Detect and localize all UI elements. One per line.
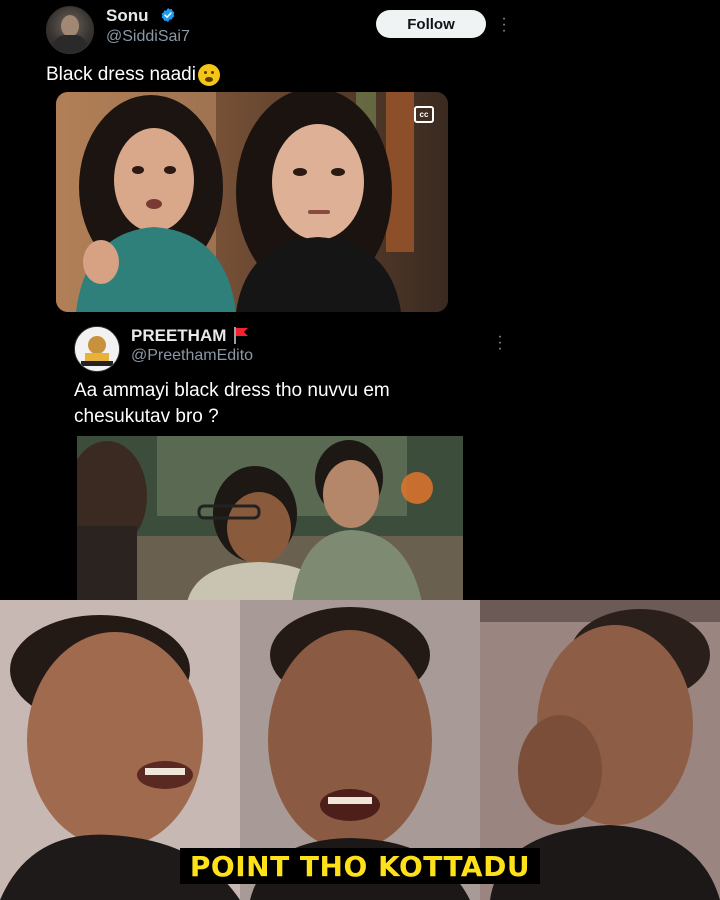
tweet-text: Black dress naadi bbox=[46, 64, 220, 86]
quoted-tweet-image[interactable] bbox=[77, 436, 463, 602]
meme-caption: POINT THO KOTTADU bbox=[180, 848, 540, 884]
quoted-tweet-text: Aa ammayi black dress tho nuvvu em chesu… bbox=[74, 380, 390, 427]
tweet-video[interactable] bbox=[56, 92, 448, 312]
quoted-author-avatar[interactable] bbox=[74, 326, 120, 372]
tweet-text-body: Black dress naadi bbox=[46, 64, 196, 85]
closed-captions-icon[interactable]: cc bbox=[414, 106, 434, 123]
face-with-hand-over-mouth-icon bbox=[197, 64, 220, 86]
quoted-author-handle[interactable]: @PreethamEdito bbox=[131, 347, 253, 365]
follow-button[interactable]: Follow bbox=[376, 10, 486, 38]
author-name[interactable]: Sonu bbox=[106, 6, 149, 26]
more-options-icon[interactable]: · · · bbox=[499, 11, 509, 39]
author-handle[interactable]: @SiddiSai7 bbox=[106, 28, 190, 46]
red-flag-icon bbox=[234, 327, 248, 344]
video-frame-image bbox=[56, 92, 448, 312]
quoted-scene-image bbox=[77, 436, 463, 602]
verified-badge-icon bbox=[161, 8, 175, 22]
author-avatar[interactable] bbox=[46, 6, 94, 54]
quoted-author-name[interactable]: PREETHAM bbox=[131, 326, 226, 346]
quoted-more-options-icon[interactable]: · · · bbox=[495, 329, 505, 357]
